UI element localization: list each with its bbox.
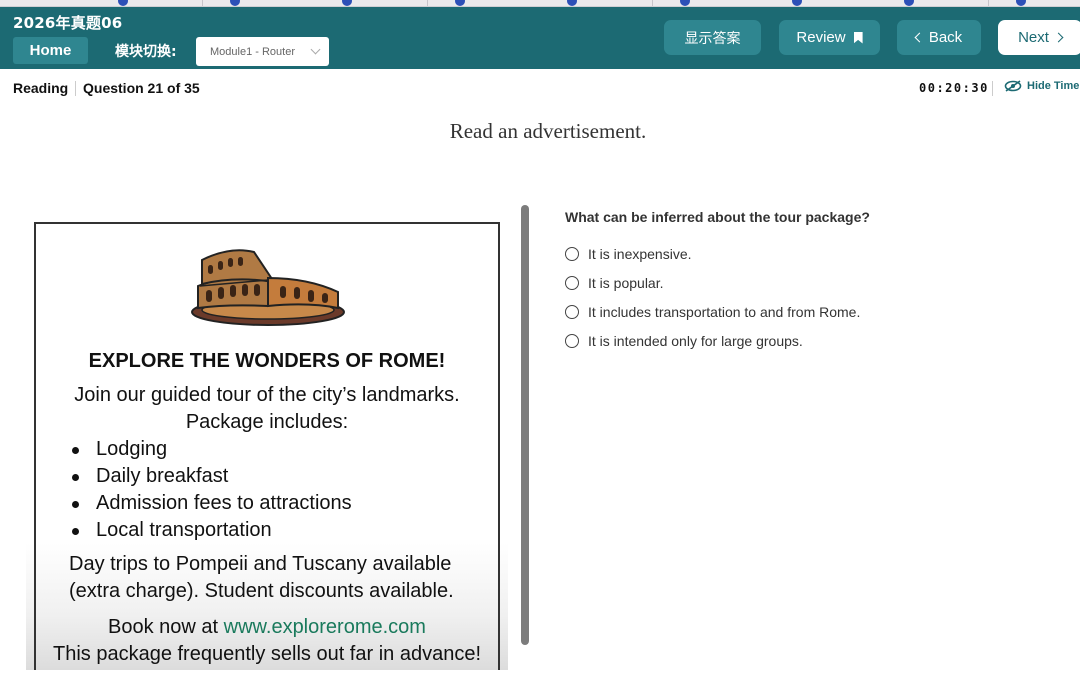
- back-button[interactable]: Back: [897, 20, 981, 55]
- bookmark-icon: [853, 31, 863, 44]
- status-row: Reading Question 21 of 35 00:20:30 Hide …: [0, 69, 1080, 107]
- ad-booking: Book now at www.explorerome.com This pac…: [26, 614, 508, 668]
- ad-heading: EXPLORE THE WONDERS OF ROME!: [88, 350, 446, 372]
- module-switch-label: 模块切换:: [115, 44, 177, 60]
- list-item: Admission fees to attractions: [70, 490, 352, 517]
- answer-choice-label: It is popular.: [588, 275, 664, 291]
- instruction-text: Read an advertisement.: [449, 119, 647, 143]
- radio-button[interactable]: [565, 305, 579, 319]
- divider: [75, 81, 76, 96]
- section-name: Reading: [13, 80, 69, 96]
- ad-url: www.explorerome.com: [223, 616, 426, 638]
- show-answer-button[interactable]: 显示答案: [664, 20, 761, 55]
- radio-button[interactable]: [565, 334, 579, 348]
- question-counter: Question 21 of 35: [83, 80, 200, 96]
- top-navigation-bar: 2026年真题06 Home 模块切换: Module1 - Router 显示…: [0, 7, 1080, 69]
- timer: 00:20:30: [919, 81, 989, 95]
- review-label: Review: [796, 29, 846, 46]
- answer-choice[interactable]: It is inexpensive.: [565, 239, 860, 269]
- back-label: Back: [928, 29, 963, 46]
- exam-title: 2026年真题06: [13, 14, 123, 32]
- next-label: Next: [1018, 29, 1049, 46]
- review-button[interactable]: Review: [779, 20, 880, 55]
- ad-intro-line: Package includes:: [185, 411, 349, 433]
- eye-slash-icon: [1004, 80, 1022, 92]
- radio-button[interactable]: [565, 247, 579, 261]
- next-button[interactable]: Next: [998, 20, 1080, 55]
- list-item: Daily breakfast: [70, 463, 352, 490]
- pane-resize-handle[interactable]: [521, 205, 529, 645]
- list-item: Local transportation: [70, 517, 352, 544]
- answer-choice-label: It is inexpensive.: [588, 246, 692, 262]
- chevron-left-icon: [914, 32, 925, 43]
- answer-choice[interactable]: It is popular.: [565, 268, 860, 298]
- ad-sells-out-line: This package frequently sells out far in…: [52, 643, 482, 665]
- module-select-dropdown[interactable]: Module1 - Router: [196, 37, 329, 66]
- ad-book-prefix: Book now at: [108, 616, 224, 638]
- answer-choices: It is inexpensive. It is popular. It inc…: [565, 240, 860, 356]
- answer-choice-label: It is intended only for large groups.: [588, 333, 803, 349]
- divider: [992, 81, 993, 96]
- hide-time-label: Hide Time: [1027, 80, 1080, 92]
- answer-choice[interactable]: It is intended only for large groups.: [565, 326, 860, 356]
- ad-book-line: Book now at www.explorerome.com: [26, 614, 508, 641]
- answer-choice-label: It includes transportation to and from R…: [588, 304, 861, 320]
- radio-button[interactable]: [565, 276, 579, 290]
- chevron-down-icon: [310, 44, 321, 55]
- home-button[interactable]: Home: [13, 37, 88, 64]
- ad-extras: Day trips to Pompeii and Tuscany availab…: [69, 551, 454, 605]
- question-stem: What can be inferred about the tour pack…: [565, 209, 870, 225]
- ad-intro: Join our guided tour of the city’s landm…: [26, 382, 508, 436]
- ad-intro-line: Join our guided tour of the city’s landm…: [74, 384, 460, 406]
- ad-extra-line: Day trips to Pompeii and Tuscany availab…: [69, 553, 452, 575]
- show-answer-label: 显示答案: [684, 30, 741, 47]
- colosseum-icon: [191, 249, 345, 326]
- ad-extra-line: (extra charge). Student discounts availa…: [69, 580, 454, 602]
- ad-includes-list: Lodging Daily breakfast Admission fees t…: [70, 436, 352, 544]
- hide-time-button[interactable]: Hide Time: [1004, 80, 1079, 92]
- list-item: Lodging: [70, 436, 352, 463]
- advertisement-image: EXPLORE THE WONDERS OF ROME! Join our gu…: [26, 216, 508, 670]
- chevron-right-icon: [1053, 32, 1064, 43]
- answer-choice[interactable]: It includes transportation to and from R…: [565, 297, 860, 327]
- module-select-value: Module1 - Router: [210, 45, 295, 58]
- browser-tab-strip: [0, 0, 1080, 7]
